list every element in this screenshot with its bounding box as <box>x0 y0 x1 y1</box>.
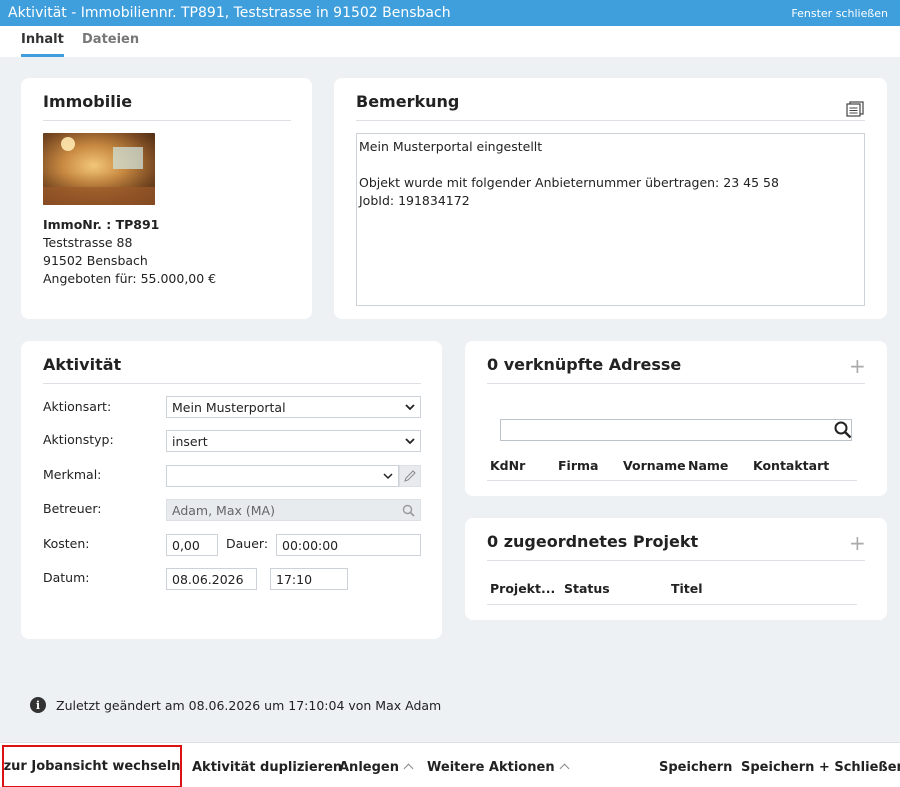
weitere-aktionen-button[interactable]: Weitere Aktionen <box>427 760 570 775</box>
property-details: ImmoNr. : TP891 Teststrasse 88 91502 Ben… <box>43 216 216 288</box>
add-project-plus-icon[interactable]: + <box>849 533 866 553</box>
last-modified-text: Zuletzt geändert am 08.06.2026 um 17:10:… <box>56 697 442 713</box>
search-icon[interactable] <box>834 421 852 439</box>
aktionstyp-value: insert <box>172 433 208 449</box>
divider <box>487 560 865 561</box>
anlegen-label: Anlegen <box>339 760 399 775</box>
kosten-value: 0,00 <box>172 537 200 553</box>
adressen-card: 0 verknüpfte Adresse + KdNr Firma Vornam… <box>465 341 887 496</box>
col-status[interactable]: Status <box>564 581 610 596</box>
divider <box>487 383 865 384</box>
last-modified-info: i Zuletzt geändert am 08.06.2026 um 17:1… <box>30 697 441 713</box>
note-icon[interactable] <box>846 101 864 117</box>
weitere-aktionen-label: Weitere Aktionen <box>427 760 555 775</box>
aktivitaet-heading: Aktivität <box>43 355 122 374</box>
merkmal-select[interactable] <box>166 465 399 487</box>
property-street: Teststrasse 88 <box>43 235 133 250</box>
chevron-down-icon <box>405 437 415 444</box>
datum-value: 08.06.2026 <box>172 571 244 587</box>
bemerkung-textarea[interactable]: Mein Musterportal eingestellt Objekt wur… <box>356 133 865 306</box>
dauer-input[interactable]: 00:00:00 <box>276 534 421 556</box>
zeit-value: 17:10 <box>276 571 313 587</box>
col-name[interactable]: Name <box>688 458 728 473</box>
betreuer-label: Betreuer: <box>43 501 102 516</box>
window-decor <box>113 147 143 169</box>
note-line: JobId: 191834172 <box>359 193 470 208</box>
divider <box>43 383 421 384</box>
note-line: Mein Musterportal eingestellt <box>359 139 543 154</box>
col-kdnr[interactable]: KdNr <box>490 458 525 473</box>
dauer-label: Dauer: <box>226 536 269 551</box>
close-window-button[interactable]: Fenster schließen <box>791 7 888 20</box>
property-price: Angeboten für: 55.000,00 € <box>43 271 217 286</box>
aktionsart-value: Mein Musterportal <box>172 399 286 415</box>
divider <box>487 604 857 605</box>
lamp-decor <box>61 137 75 151</box>
chevron-up-icon <box>403 763 414 774</box>
tab-inhalt[interactable]: Inhalt <box>21 32 64 57</box>
footer-actions: zur Jobansicht wechseln Aktivität dupliz… <box>0 742 900 787</box>
immobilie-heading: Immobilie <box>43 92 133 111</box>
kosten-label: Kosten: <box>43 536 90 551</box>
duplicate-button[interactable]: Aktivität duplizieren <box>192 760 342 775</box>
aktionsart-select[interactable]: Mein Musterportal <box>166 396 421 418</box>
col-projekt[interactable]: Projekt... <box>490 581 555 596</box>
projekte-card: 0 zugeordnetes Projekt + Projekt... Stat… <box>465 518 887 620</box>
immobilie-card: Immobilie ImmoNr. : TP891 Teststrasse 88… <box>21 78 312 319</box>
zeit-input[interactable]: 17:10 <box>270 568 348 590</box>
col-titel[interactable]: Titel <box>671 581 703 596</box>
tab-dateien[interactable]: Dateien <box>82 32 139 57</box>
col-kontaktart[interactable]: Kontaktart <box>753 458 829 473</box>
address-search-input[interactable] <box>500 419 852 441</box>
aktivitaet-card: Aktivität Aktionsart: Mein Musterportal … <box>21 341 442 639</box>
aktionstyp-select[interactable]: insert <box>166 430 421 452</box>
col-vorname[interactable]: Vorname <box>623 458 686 473</box>
bemerkung-card: Bemerkung Mein Musterportal eingestellt … <box>334 78 887 319</box>
add-address-plus-icon[interactable]: + <box>849 356 866 376</box>
property-image[interactable] <box>43 133 155 205</box>
divider <box>487 480 857 481</box>
note-line <box>359 156 862 174</box>
aktionsart-label: Aktionsart: <box>43 399 112 414</box>
divider <box>43 120 291 121</box>
adressen-heading: 0 verknüpfte Adresse <box>487 355 682 374</box>
pencil-icon <box>404 470 416 482</box>
dauer-value: 00:00:00 <box>282 537 339 553</box>
chevron-up-icon <box>559 763 570 774</box>
betreuer-field[interactable]: Adam, Max (MA) <box>166 499 421 521</box>
property-number: ImmoNr. : TP891 <box>43 217 160 232</box>
window-titlebar: Aktivität - Immobiliennr. TP891, Teststr… <box>0 0 900 26</box>
aktionstyp-label: Aktionstyp: <box>43 432 114 447</box>
window-title: Aktivität - Immobiliennr. TP891, Teststr… <box>8 5 451 21</box>
search-icon <box>402 504 415 517</box>
chevron-down-icon <box>405 403 415 410</box>
datum-label: Datum: <box>43 570 90 585</box>
merkmal-edit-button[interactable] <box>399 465 421 487</box>
jobansicht-button[interactable]: zur Jobansicht wechseln <box>2 745 182 787</box>
divider <box>356 120 865 121</box>
merkmal-label: Merkmal: <box>43 467 102 482</box>
kosten-input[interactable]: 0,00 <box>166 534 218 556</box>
datum-input[interactable]: 08.06.2026 <box>166 568 257 590</box>
save-close-button[interactable]: Speichern + Schließen <box>741 760 900 775</box>
note-line: Objekt wurde mit folgender Anbieternumme… <box>359 175 779 190</box>
bemerkung-heading: Bemerkung <box>356 92 460 111</box>
floor-decor <box>43 187 155 205</box>
anlegen-button[interactable]: Anlegen <box>339 760 414 775</box>
save-button[interactable]: Speichern <box>659 760 732 775</box>
betreuer-value: Adam, Max (MA) <box>172 502 275 518</box>
projekte-heading: 0 zugeordnetes Projekt <box>487 532 699 551</box>
tab-bar: Inhalt Dateien <box>0 26 900 57</box>
info-icon: i <box>30 697 46 713</box>
jobansicht-label: zur Jobansicht wechseln <box>3 759 181 774</box>
col-firma[interactable]: Firma <box>558 458 598 473</box>
property-city: 91502 Bensbach <box>43 253 148 268</box>
chevron-down-icon <box>383 472 393 479</box>
